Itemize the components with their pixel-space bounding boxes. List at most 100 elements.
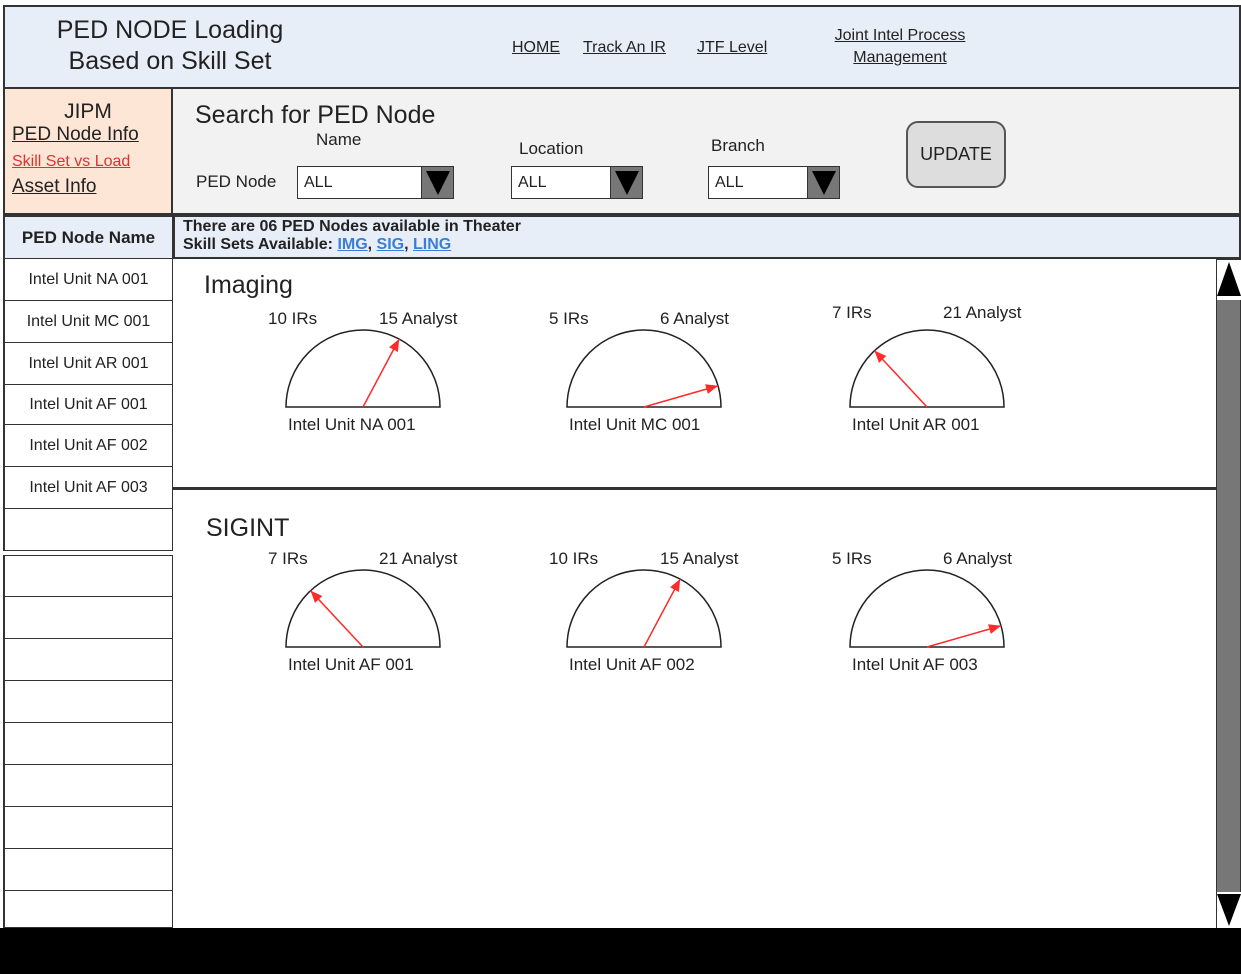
gauge-irs-count: 10 IRs [549,549,599,568]
gauge-dial [566,329,722,408]
page-title: PED NODE Loading Based on Skill Set [25,15,315,77]
page-title-line2: Based on Skill Set [68,47,272,75]
nav-jtf-level-link[interactable]: JTF Level [697,39,767,57]
gauge-analyst-count: 15 Analyst [660,549,739,568]
page-header: PED NODE Loading Based on Skill Set HOME… [3,5,1241,89]
gauge-sigint-1: 7 IRs 21 Analyst Intel Unit AF 001 [268,549,498,679]
gauge-unit-label: Intel Unit AR 001 [852,415,980,434]
name-label: Name [316,130,362,149]
page-title-line1: PED NODE Loading [56,16,284,44]
gauge-irs-count: 10 IRs [268,309,318,328]
gauge-irs-count: 7 IRs [832,303,872,322]
chevron-down-icon[interactable] [807,167,839,198]
gauge-unit-label: Intel Unit NA 001 [288,415,416,434]
scroll-up-arrow-icon[interactable] [1217,260,1241,300]
chevron-down-icon[interactable] [610,167,642,198]
skill-ling-link[interactable]: LING [413,236,451,253]
gauge-arc [285,329,441,408]
nav-jipm-link[interactable]: Joint Intel Process Management [815,25,985,69]
skill-sig-link[interactable]: SIG [377,236,405,253]
skill-img-link[interactable]: IMG [337,236,367,253]
ped-node-label: PED Node [196,172,277,191]
gauge-imaging-3: 7 IRs 21 Analyst Intel Unit AR 001 [832,303,1062,439]
jipm-panel: JIPM PED Node Info Skill Set vs Load Ass… [3,89,173,215]
nav-track-ir-link[interactable]: Track An IR [583,39,666,57]
main-content: Imaging SIGINT 10 IRs 15 Analyst Intel Uni… [173,259,1216,929]
gauge-imaging-1: 10 IRs 15 Analyst Intel Unit NA 001 [268,309,498,439]
scrollbar[interactable] [1216,259,1241,929]
list-item-empty[interactable] [3,509,173,551]
gauge-sigint-3: 5 IRs 6 Analyst Intel Unit AF 003 [832,549,1062,679]
scroll-down-arrow-icon[interactable] [1217,892,1241,928]
gauge-dial [566,569,722,648]
list-item-empty[interactable] [3,849,173,891]
jipm-title: JIPM [64,100,112,123]
gauge-analyst-count: 6 Analyst [660,309,729,328]
list-item-na-001[interactable]: Intel Unit NA 001 [3,259,173,301]
skill-set-vs-load-link[interactable]: Skill Set vs Load [12,153,130,171]
name-select-value: ALL [304,174,333,191]
list-item-af-003[interactable]: Intel Unit AF 003 [3,467,173,509]
list-item-empty[interactable] [3,555,173,597]
gauge-arc [849,329,1005,408]
gauge-arc [566,329,722,408]
gauge-needle-arrowhead [705,384,719,394]
gauge-unit-label: Intel Unit MC 001 [569,415,701,434]
list-item-empty[interactable] [3,723,173,765]
gauge-analyst-count: 21 Analyst [943,303,1022,322]
name-select[interactable]: ALL [297,166,454,199]
nav-home-link[interactable]: HOME [512,39,560,57]
skills-label: Skill Sets Available: [183,236,338,253]
gauge-dial [849,329,1005,408]
gauge-irs-count: 5 IRs [832,549,872,568]
search-panel: Search for PED Node Name PED Node ALL Lo… [173,89,1241,215]
gauge-irs-count: 7 IRs [268,549,308,568]
search-title: Search for PED Node [195,101,436,129]
update-button[interactable]: UPDATE [906,121,1006,188]
list-item-empty[interactable] [3,597,173,639]
section-divider [173,487,1216,490]
skills-available: Skill Sets Available: IMG, SIG, LING [183,236,1239,254]
ped-node-info-link[interactable]: PED Node Info [12,124,139,146]
gauge-arc [849,569,1005,648]
gauge-dial [285,329,441,408]
gauge-imaging-2: 5 IRs 6 Analyst Intel Unit MC 001 [549,309,779,439]
gauge-irs-count: 5 IRs [549,309,589,328]
location-label: Location [519,139,584,158]
branch-label: Branch [711,136,765,155]
gauge-unit-label: Intel Unit AF 001 [288,655,414,674]
list-item-empty[interactable] [3,681,173,723]
gauge-arc [566,569,722,648]
list-item-empty[interactable] [3,807,173,849]
gauge-arc [285,569,441,648]
list-item-af-002[interactable]: Intel Unit AF 002 [3,425,173,467]
gauge-analyst-count: 15 Analyst [379,309,458,328]
sigint-section-title: SIGINT [206,514,290,542]
location-select[interactable]: ALL [511,166,643,199]
nav-jipm-link-line1[interactable]: Joint Intel Process [815,25,985,47]
gauge-unit-label: Intel Unit AF 002 [569,655,695,674]
nav-jipm-link-line2[interactable]: Management [815,47,985,69]
list-item-mc-001[interactable]: Intel Unit MC 001 [3,301,173,343]
chevron-down-icon[interactable] [421,167,453,198]
list-item-empty[interactable] [3,765,173,807]
location-select-value: ALL [518,174,547,191]
imaging-section-title: Imaging [204,271,293,299]
gauge-analyst-count: 21 Analyst [379,549,458,568]
info-bar: There are 06 PED Nodes available in Thea… [173,215,1241,259]
list-item-empty[interactable] [3,891,173,928]
list-item-ar-001[interactable]: Intel Unit AR 001 [3,343,173,385]
branch-select-value: ALL [715,174,744,191]
gauge-sigint-2: 10 IRs 15 Analyst Intel Unit AF 002 [549,549,779,679]
skill-separator: , [367,236,377,253]
list-item-af-001[interactable]: Intel Unit AF 001 [3,385,173,425]
skill-separator: , [404,236,413,253]
list-item-empty[interactable] [3,639,173,681]
gauge-needle-arrowhead [988,624,1002,634]
branch-select[interactable]: ALL [708,166,840,199]
list-header: PED Node Name [3,215,173,259]
node-count-text: There are 06 PED Nodes available in Thea… [183,218,521,235]
footer-bar [0,928,1241,974]
gauge-analyst-count: 6 Analyst [943,549,1012,568]
asset-info-link[interactable]: Asset Info [12,176,97,198]
